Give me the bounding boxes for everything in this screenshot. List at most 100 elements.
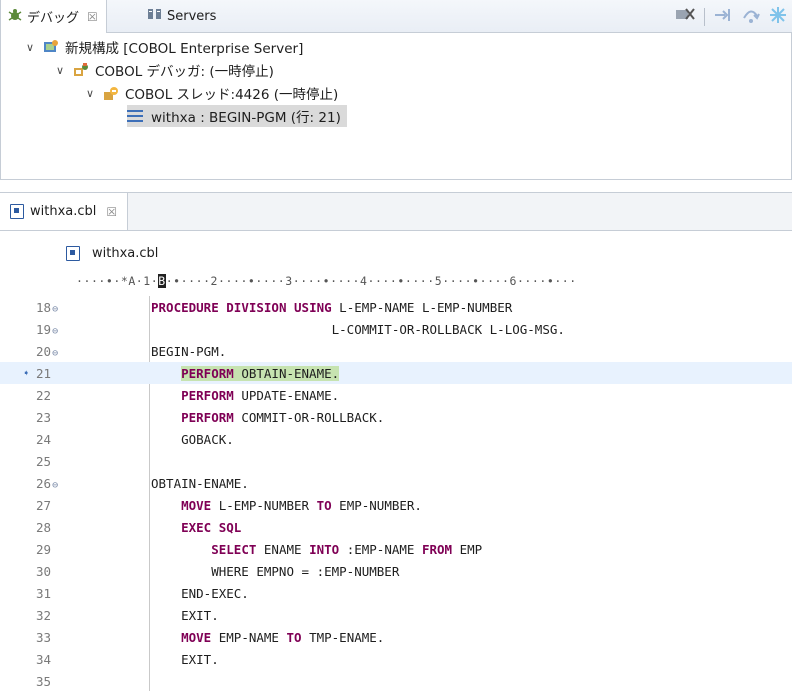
code-text: PERFORM OBTAIN-ENAME. [181,365,340,381]
breadcrumb-label: withxa.cbl [92,245,159,261]
code-text: BEGIN-PGM. [151,343,227,359]
remove-all-terminated-icon[interactable] [674,6,696,28]
code-line[interactable]: 23 PERFORM COMMIT-OR-ROLLBACK. [0,406,792,428]
line-number: 23 [36,409,52,425]
code-line[interactable]: 29 SELECT ENAME INTO :EMP-NAME FROM EMP [0,538,792,560]
tree-item-label: COBOL デバッガ: (一時停止) [95,64,274,80]
code-line[interactable]: 31 END-EXEC. [0,582,792,604]
code-text: END-EXEC. [151,585,249,601]
line-number: 25 [36,453,52,469]
line-number: 26⊖ [36,475,59,491]
thread-icon [103,85,119,101]
code-text: L-COMMIT-OR-ROLLBACK L-LOG-MSG. [151,321,565,337]
chevron-down-icon[interactable]: ∨ [83,87,97,100]
debug-toolbar [674,6,787,28]
code-line[interactable]: 22 PERFORM UPDATE-ENAME. [0,384,792,406]
tab-withxa-cbl[interactable]: withxa.cbl ☒ [0,193,129,230]
code-text: SELECT ENAME INTO :EMP-NAME FROM EMP [211,541,483,557]
ruler-after: ·•····2····•····3····•····4····•····5···… [165,274,577,288]
instruction-pointer-icon: ➧ [23,366,30,380]
line-number: 28 [36,519,52,535]
debug-tab-bar: デバッグ ☒ Servers [1,0,792,33]
code-line[interactable]: 24 GOBACK. [0,428,792,450]
chevron-down-icon[interactable]: ∨ [23,41,37,54]
code-line[interactable]: 18⊖ PROCEDURE DIVISION USING L-EMP-NAME L… [0,296,792,318]
code-line[interactable]: ➧ 21 PERFORM OBTAIN-ENAME. [0,362,792,384]
line-number: 34 [36,651,52,667]
code-editor[interactable]: 18⊖ PROCEDURE DIVISION USING L-EMP-NAME L… [0,296,792,691]
debug-icon [7,7,23,27]
tree-item-debugger[interactable]: ∨ COBOL デバッガ: (一時停止) [53,59,274,81]
code-text: PROCEDURE DIVISION USING L-EMP-NAME L-EM… [151,299,513,315]
line-number: 21 [36,365,52,381]
code-text: EXIT. [151,607,219,623]
code-text: MOVE L-EMP-NUMBER TO EMP-NUMBER. [181,497,422,513]
tree-item-launch[interactable]: ∨ 新規構成 [COBOL Enterprise Server] [23,36,303,58]
close-icon[interactable]: ☒ [106,205,117,219]
fold-toggle-icon[interactable]: ⊖ [52,480,58,491]
fold-toggle-icon[interactable]: ⊖ [52,326,58,337]
launch-config-icon [43,39,59,55]
chevron-down-icon[interactable]: ∨ [53,64,67,77]
line-number: 27 [36,497,52,513]
line-number: 19⊖ [36,321,59,337]
cobol-file-icon [66,245,80,261]
step-into-icon[interactable] [713,6,733,28]
line-number: 33 [36,629,52,645]
tree-item-stack-frame[interactable]: withxa : BEGIN-PGM (行: 21) [127,105,347,127]
code-line[interactable]: 32 EXIT. [0,604,792,626]
code-text: MOVE EMP-NAME TO TMP-ENAME. [181,629,385,645]
code-line[interactable]: 26⊖ OBTAIN-ENAME. [0,472,792,494]
code-line[interactable]: 25 [0,450,792,472]
code-text: EXIT. [151,651,219,667]
tab-debug-label: デバッグ [27,11,80,26]
code-line[interactable]: 28 EXEC SQL [0,516,792,538]
code-text: WHERE EMPNO = :EMP-NUMBER [151,563,400,579]
servers-icon [147,6,163,26]
code-text: GOBACK. [151,431,234,447]
ruler-before: ····•·*A·1· [76,274,159,288]
suspend-icon[interactable] [769,6,787,28]
line-number: 31 [36,585,52,601]
tree-item-label: COBOL スレッド:4426 (一時停止) [125,87,339,103]
tab-debug[interactable]: デバッグ ☒ [1,0,107,33]
close-icon[interactable]: ☒ [87,10,98,24]
toolbar-separator [704,8,705,26]
code-line[interactable]: 35 [0,670,792,691]
line-number: 32 [36,607,52,623]
cobol-file-icon [10,204,24,219]
ruler-cursor: B [158,274,166,288]
editor-tab-bar: withxa.cbl ☒ [0,192,792,231]
code-line[interactable]: 34 EXIT. [0,648,792,670]
code-line[interactable]: 27 MOVE L-EMP-NUMBER TO EMP-NUMBER. [0,494,792,516]
debug-view: デバッグ ☒ Servers ∨ 新規構成 [COBOL Enterprise … [0,0,792,180]
line-number: 29 [36,541,52,557]
tree-item-label: 新規構成 [COBOL Enterprise Server] [65,41,304,57]
code-line[interactable]: 19⊖ L-COMMIT-OR-ROLLBACK L-LOG-MSG. [0,318,792,340]
step-over-icon[interactable] [741,6,761,28]
fold-toggle-icon[interactable]: ⊖ [52,304,58,315]
line-number: 22 [36,387,52,403]
code-text: PERFORM UPDATE-ENAME. [181,387,340,403]
tab-servers-label: Servers [167,8,217,24]
code-text: PERFORM COMMIT-OR-ROLLBACK. [181,409,385,425]
code-text: OBTAIN-ENAME. [151,475,249,491]
code-line[interactable]: 33 MOVE EMP-NAME TO TMP-ENAME. [0,626,792,648]
code-text: EXEC SQL [181,519,242,535]
fold-toggle-icon[interactable]: ⊖ [52,348,58,359]
stack-frame-icon [127,110,143,122]
code-line[interactable]: 20⊖ BEGIN-PGM. [0,340,792,362]
line-number: 35 [36,673,52,689]
tab-servers[interactable]: Servers [147,0,216,32]
tree-item-thread[interactable]: ∨ COBOL スレッド:4426 (一時停止) [83,82,338,104]
line-number: 24 [36,431,52,447]
tree-item-label: withxa : BEGIN-PGM (行: 21) [151,110,341,126]
line-number: 30 [36,563,52,579]
editor-tab-label: withxa.cbl [30,204,97,219]
breadcrumb[interactable]: withxa.cbl [0,236,792,270]
column-ruler: ····•·*A·1·B·•····2····•····3····•····4·… [76,274,792,292]
debugger-icon [73,62,89,78]
line-number: 20⊖ [36,343,59,359]
line-number: 18⊖ [36,299,59,315]
code-line[interactable]: 30 WHERE EMPNO = :EMP-NUMBER [0,560,792,582]
